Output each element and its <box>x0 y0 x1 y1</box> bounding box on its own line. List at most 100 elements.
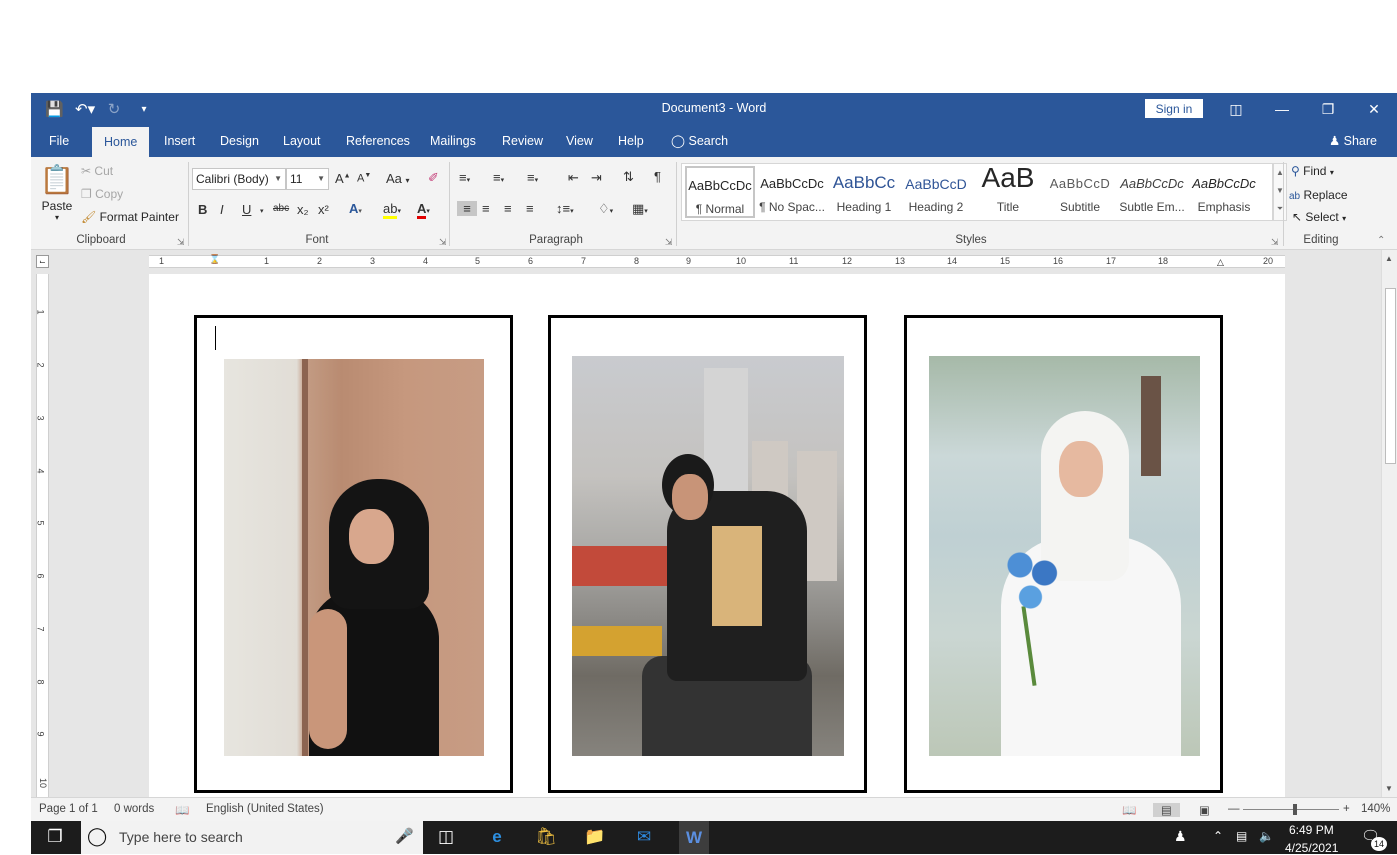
zoom-out-icon[interactable]: — <box>1228 803 1240 815</box>
replace-button[interactable]: ab Replace <box>1289 188 1348 202</box>
underline-button[interactable]: U <box>242 202 251 217</box>
close-button[interactable]: ✕ <box>1351 93 1397 125</box>
tab-review[interactable]: Review <box>490 125 555 157</box>
chevron-down-icon[interactable]: ▼ <box>1274 182 1286 200</box>
change-case-button[interactable]: Aa ▾ <box>386 171 410 186</box>
clear-formatting-icon[interactable]: ✐ <box>428 170 439 186</box>
word-count[interactable]: 0 words <box>114 803 154 815</box>
format-painter-button[interactable]: 🖌 Format Painter <box>81 210 179 224</box>
tab-design[interactable]: Design <box>208 125 271 157</box>
show-hidden-icons[interactable]: ⌃ <box>1213 829 1223 843</box>
bold-button[interactable]: B <box>198 202 207 217</box>
ribbon-display-options-icon[interactable]: ◫ <box>1213 93 1259 125</box>
sign-in-button[interactable]: Sign in <box>1145 99 1203 118</box>
chevron-up-icon[interactable]: ▲ <box>1274 164 1286 182</box>
justify-icon[interactable]: ≡ <box>526 201 534 216</box>
style-emphasis[interactable]: AaBbCcDc Emphasis <box>1189 166 1259 218</box>
copy-button[interactable]: ❐ Copy <box>81 187 123 201</box>
store-icon[interactable]: 🛍 <box>534 827 558 847</box>
horizontal-ruler[interactable]: 1 1 2 3 4 5 6 7 8 9 10 11 12 13 14 15 16… <box>149 254 1285 268</box>
subscript-button[interactable]: x₂ <box>297 202 309 217</box>
tab-layout[interactable]: Layout <box>271 125 333 157</box>
mail-icon[interactable]: ✉ <box>632 827 656 847</box>
styles-gallery-scroll[interactable]: ▲ ▼ ⏷ <box>1273 163 1287 221</box>
volume-icon[interactable]: 🔈 <box>1259 829 1274 843</box>
font-size-combo[interactable]: 11 ▼ <box>286 168 329 190</box>
document-page[interactable] <box>149 274 1285 797</box>
align-center-icon[interactable]: ≡ <box>482 201 490 216</box>
styles-launcher-icon[interactable]: ⇲ <box>1271 237 1279 248</box>
multilevel-list-icon[interactable]: ≡▾ <box>527 170 538 185</box>
tab-view[interactable]: View <box>554 125 605 157</box>
people-icon[interactable]: ♟ <box>1174 828 1187 845</box>
photo-frame-2[interactable] <box>548 315 867 793</box>
zoom-level[interactable]: 140% <box>1361 803 1390 815</box>
read-mode-icon[interactable]: 📖 <box>1122 803 1136 817</box>
page-count[interactable]: Page 1 of 1 <box>39 803 98 815</box>
taskbar-search[interactable]: ◯ Type here to search 🎤 <box>81 821 423 854</box>
scroll-thumb[interactable] <box>1385 288 1396 464</box>
file-explorer-icon[interactable]: 📁 <box>583 827 607 847</box>
style-title[interactable]: AaB Title <box>973 162 1043 218</box>
tab-home[interactable]: Home <box>92 127 150 157</box>
text-effects-icon[interactable]: A▾ <box>349 201 362 216</box>
font-color-icon[interactable]: A▾ <box>417 201 430 219</box>
scroll-up-icon[interactable]: ▲ <box>1385 254 1393 263</box>
style-heading-2[interactable]: AaBbCcD Heading 2 <box>901 166 971 218</box>
font-name-combo[interactable]: Calibri (Body) ▼ <box>192 168 286 190</box>
show-marks-icon[interactable]: ¶ <box>654 169 661 184</box>
tab-help[interactable]: Help <box>606 125 656 157</box>
cut-button[interactable]: ✂ Cut <box>81 164 113 178</box>
scroll-down-icon[interactable]: ▼ <box>1385 784 1393 793</box>
align-left-icon[interactable]: ≡ <box>457 201 477 216</box>
share-button[interactable]: ♟ Share <box>1329 125 1377 157</box>
sort-icon[interactable]: ⇅ <box>623 169 634 185</box>
strikethrough-button[interactable]: abc <box>273 203 289 214</box>
photo-bride-white-hijab[interactable] <box>929 356 1200 756</box>
more-styles-icon[interactable]: ⏷ <box>1274 200 1286 218</box>
task-view-icon[interactable]: ◫ <box>434 827 458 847</box>
borders-icon[interactable]: ▦▾ <box>632 201 648 217</box>
clock-time[interactable]: 6:49 PM <box>1289 823 1334 837</box>
style-subtitle[interactable]: AaBbCcD Subtitle <box>1045 166 1115 218</box>
photo-frame-3[interactable] <box>904 315 1223 793</box>
tab-references[interactable]: References <box>334 125 422 157</box>
highlight-icon[interactable]: ab▾ <box>383 201 401 219</box>
proofing-icon[interactable]: 📖 <box>175 803 189 817</box>
vertical-scrollbar[interactable]: ▲ ▼ <box>1381 250 1397 797</box>
photo-man-harbor[interactable] <box>572 356 844 756</box>
shading-icon[interactable]: ♢▾ <box>598 201 613 217</box>
paste-button[interactable]: 📋 Paste ▾ <box>39 163 75 233</box>
clock-date[interactable]: 4/25/2021 <box>1285 841 1338 855</box>
network-icon[interactable]: ▤ <box>1236 829 1247 843</box>
minimize-button[interactable]: — <box>1259 93 1305 125</box>
clipboard-launcher-icon[interactable]: ⇲ <box>177 237 185 248</box>
word-taskbar-icon[interactable]: W <box>679 821 709 854</box>
numbering-icon[interactable]: ≡▾ <box>493 170 504 185</box>
style-subtle-emphasis[interactable]: AaBbCcDc Subtle Em... <box>1117 166 1187 218</box>
find-button[interactable]: ⚲ Find ▾ <box>1291 164 1334 178</box>
tell-me-search[interactable]: ◯ Search <box>659 125 740 157</box>
style-no-spacing[interactable]: AaBbCcDc ¶ No Spac... <box>757 166 827 218</box>
right-indent-marker-icon[interactable]: △ <box>1217 257 1224 268</box>
style-heading-1[interactable]: AaBbCc Heading 1 <box>829 166 899 218</box>
line-spacing-icon[interactable]: ↕≡▾ <box>556 201 574 216</box>
tab-selector[interactable]: ⌙ <box>36 255 49 268</box>
windows-start-icon[interactable]: ❐ <box>43 827 67 847</box>
restore-button[interactable]: ❐ <box>1305 93 1351 125</box>
select-button[interactable]: ↖ Select ▾ <box>1292 210 1346 224</box>
zoom-in-icon[interactable]: + <box>1343 803 1350 815</box>
superscript-button[interactable]: x² <box>318 202 329 217</box>
grow-font-button[interactable]: A▲ <box>335 171 351 186</box>
microphone-icon[interactable]: 🎤 <box>395 827 414 845</box>
font-launcher-icon[interactable]: ⇲ <box>439 237 447 248</box>
tab-insert[interactable]: Insert <box>152 125 207 157</box>
tab-file[interactable]: File <box>37 125 81 157</box>
bullets-icon[interactable]: ≡▾ <box>459 170 470 185</box>
italic-button[interactable]: I <box>220 202 224 217</box>
zoom-slider[interactable] <box>1243 809 1339 810</box>
language-status[interactable]: English (United States) <box>206 803 324 815</box>
vertical-ruler[interactable]: 1 2 3 4 5 6 7 8 9 10 <box>36 274 49 797</box>
photo-woman-black-hijab[interactable] <box>224 359 484 756</box>
zoom-slider-thumb[interactable] <box>1293 804 1297 815</box>
